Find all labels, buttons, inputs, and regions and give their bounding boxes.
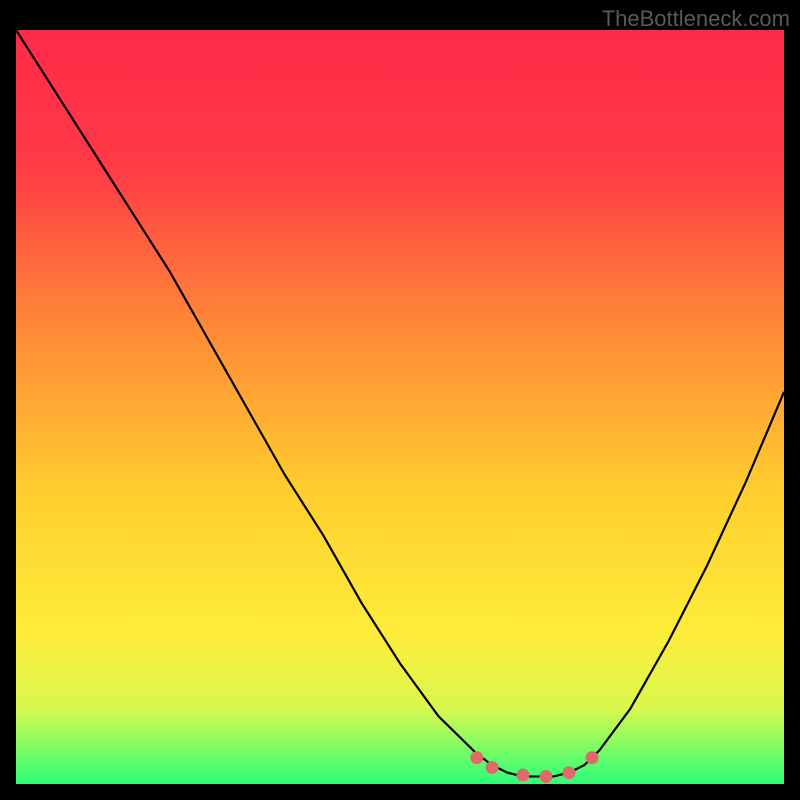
marker-6 <box>586 751 599 764</box>
marker-2 <box>486 761 499 774</box>
gradient-bg <box>16 30 784 784</box>
marker-3 <box>516 768 529 781</box>
watermark-text: TheBottleneck.com <box>602 6 790 32</box>
marker-4 <box>539 770 552 783</box>
marker-1 <box>470 751 483 764</box>
marker-5 <box>562 766 575 779</box>
chart-container: TheBottleneck.com <box>0 0 800 800</box>
chart-svg <box>16 30 784 784</box>
